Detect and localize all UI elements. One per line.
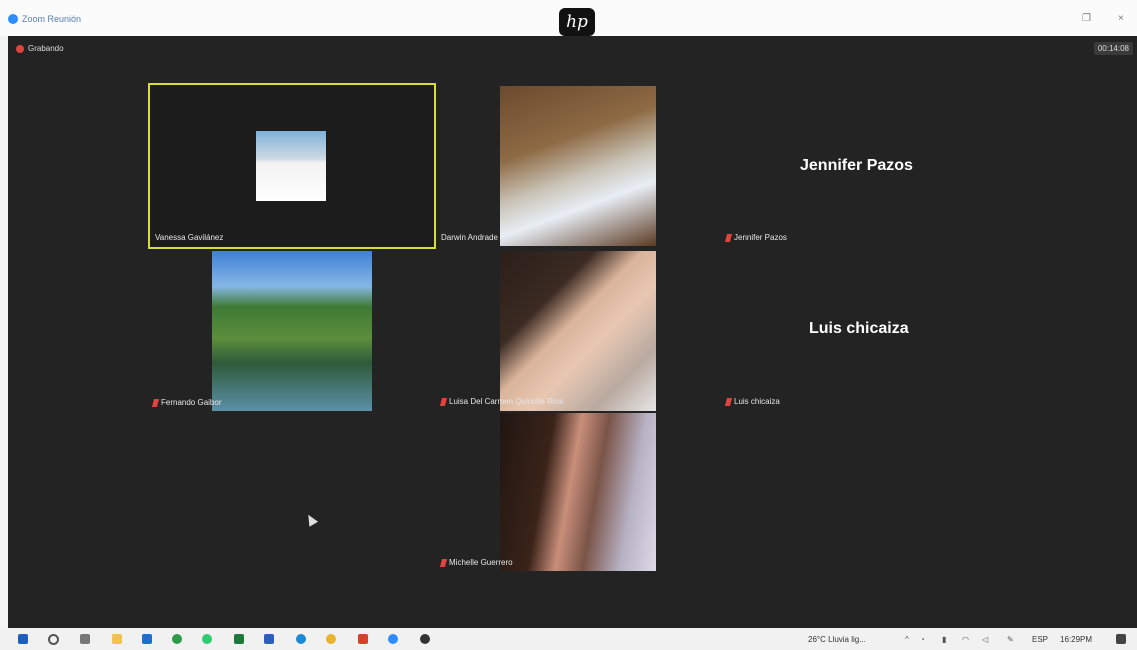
participant-name-tag: Jennifer Pazos (724, 233, 787, 242)
store-icon[interactable] (142, 634, 152, 644)
hp-logo: hp (559, 8, 595, 36)
recording-label: Grabando (28, 44, 64, 53)
notifications-icon[interactable] (1116, 634, 1126, 644)
mic-muted-icon (151, 398, 160, 407)
mic-muted-icon (724, 233, 733, 242)
participant-name-tag: Luis chicaiza (724, 397, 780, 406)
brave-icon[interactable] (358, 634, 368, 644)
participant-name: Vanessa Gavilánez (155, 233, 224, 242)
wifi-icon[interactable]: ◠ (962, 635, 969, 644)
close-icon[interactable]: × (1118, 13, 1124, 24)
meeting-timer: 00:14:08 (1093, 42, 1133, 55)
app-icon-green[interactable] (172, 634, 182, 644)
participant-name-tag: Luisa Del Carmen Quinche Rios (439, 397, 564, 406)
mic-muted-icon (439, 558, 448, 567)
participant-video (500, 413, 656, 571)
mouse-cursor-icon (303, 512, 319, 527)
search-icon[interactable] (48, 634, 59, 645)
participant-tile-luisa[interactable]: Luisa Del Carmen Quinche Rios (438, 249, 670, 413)
participant-name: Darwin Andrade (441, 233, 498, 242)
edge-icon[interactable] (296, 634, 306, 644)
task-view-icon[interactable] (80, 634, 90, 644)
zoom-taskbar-icon[interactable] (388, 634, 398, 644)
zoom-app-icon (8, 14, 18, 24)
participant-name: Michelle Guerrero (449, 558, 513, 567)
mic-muted-icon (724, 397, 733, 406)
participant-tile-michelle[interactable]: Michelle Guerrero (438, 413, 670, 573)
participant-tile-luis[interactable]: Luis chicaiza Luis chicaiza (723, 249, 1023, 413)
mic-muted-icon (439, 397, 448, 406)
window-titlebar: Zoom Reunión hp ❐ × (0, 0, 1137, 36)
excel-icon[interactable] (234, 634, 244, 644)
clock[interactable]: 16:29PM (1060, 635, 1092, 644)
participant-video (212, 251, 372, 411)
participant-name: Luisa Del Carmen Quinche Rios (449, 397, 564, 406)
windows-taskbar: 26°C Lluvia lig... ^ ◔ ▮ ◠ ◁ ✎ ESP 16:29… (0, 628, 1137, 650)
participant-name: Fernando Gaibor (161, 398, 222, 407)
participant-tile-jennifer[interactable]: Jennifer Pazos Jennifer Pazos (723, 83, 1023, 249)
participant-name: Jennifer Pazos (734, 233, 787, 242)
participant-video (500, 251, 656, 411)
chrome-icon[interactable] (326, 634, 336, 644)
file-explorer-icon[interactable] (112, 634, 122, 644)
window-title: Zoom Reunión (22, 14, 82, 24)
app-icon-lightgreen[interactable] (202, 634, 212, 644)
participant-tile-vanessa[interactable]: Vanessa Gavilánez (148, 83, 436, 249)
pen-icon[interactable]: ✎ (1007, 635, 1014, 644)
start-icon[interactable] (18, 634, 28, 644)
app-icon-dark[interactable] (420, 634, 430, 644)
word-icon[interactable] (264, 634, 274, 644)
meeting-stage: Grabando 00:14:08 Vanessa Gavilánez Darw… (8, 36, 1137, 628)
participant-name-tag: Michelle Guerrero (439, 558, 513, 567)
network-icon[interactable]: ◔ (920, 635, 925, 644)
participant-display-name: Jennifer Pazos (800, 157, 913, 174)
participant-video (256, 131, 326, 201)
participant-tile-darwin[interactable]: Darwin Andrade (438, 83, 670, 249)
recording-dot-icon (16, 44, 24, 53)
volume-icon[interactable]: ◁ (982, 635, 988, 644)
participant-tile-fernando[interactable]: Fernando Gaibor (148, 249, 436, 413)
participant-name-tag: Fernando Gaibor (151, 398, 222, 407)
participant-name: Luis chicaiza (734, 397, 780, 406)
recording-indicator[interactable]: Grabando (16, 44, 64, 53)
participant-video (500, 86, 656, 246)
microphone-icon[interactable]: ▮ (942, 635, 946, 644)
participant-display-name: Luis chicaiza (809, 320, 909, 337)
weather-widget[interactable]: 26°C Lluvia lig... (808, 635, 866, 644)
restore-icon[interactable]: ❐ (1082, 13, 1091, 24)
language-indicator[interactable]: ESP (1032, 635, 1048, 644)
tray-chevron-icon[interactable]: ^ (905, 635, 909, 644)
